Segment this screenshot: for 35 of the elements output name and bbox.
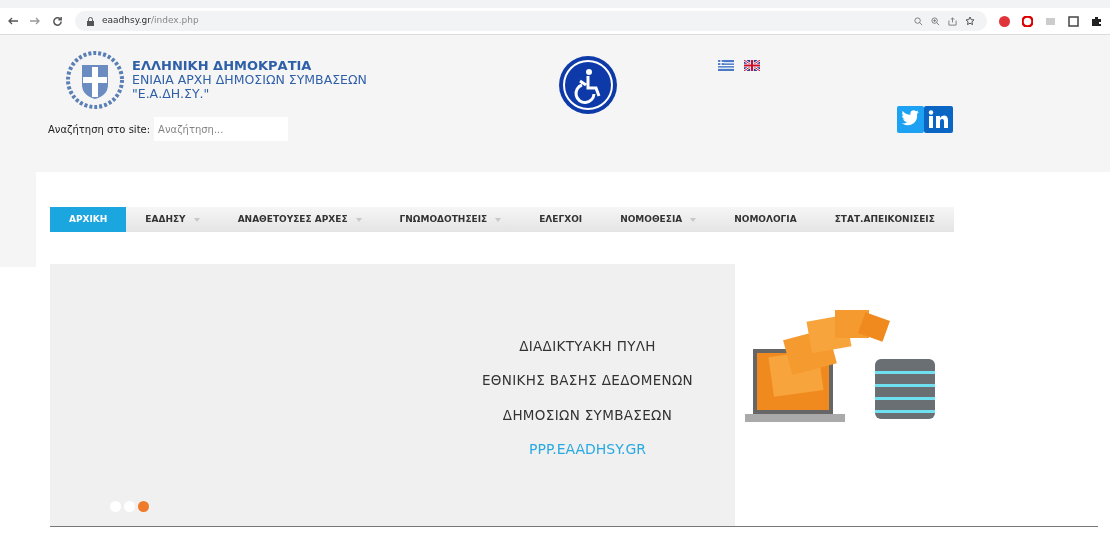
zoom-icon[interactable] [931,16,940,26]
site-abbreviation: "Ε.Α.ΔΗ.ΣΥ." [132,87,211,101]
search-icon[interactable] [914,16,923,26]
slide-text: ΔΙΑΔΙΚΤΥΑΚΗ ΠΥΛΗ [519,337,656,356]
url-text: eaadhsy.gr/index.php [102,14,199,28]
nav-tab[interactable]: ΝΟΜΟΛΟΓΙΑ [715,207,816,232]
site-subtitle: ΕΝΙΑΙΑ ΑΡΧΗ ΔΗΜΟΣΙΩΝ ΣΥΜΒΑΣΕΩΝ [132,73,367,87]
nav-tab[interactable]: ΝΟΜΟΘΕΣΙΑ [601,207,716,232]
share-icon[interactable] [948,16,957,26]
back-icon[interactable] [8,17,18,25]
puzzle-icon[interactable] [1091,15,1102,27]
extension-icon[interactable] [1022,15,1033,27]
nav-tab[interactable]: ΕΑΔΗΣΥ [126,207,219,232]
forward-icon[interactable] [30,17,40,25]
nav-tab[interactable]: ΓΝΩΜΟΔΟΤΗΣΕΙΣ [380,207,521,232]
search-field[interactable]: Αναζήτηση... [154,117,289,141]
extension-icon[interactable] [999,15,1010,27]
site-title: ΕΛΛΗΝΙΚΗ ΔΗΜΟΚΡΑΤΙΑ [132,59,313,73]
uk-flag-icon[interactable] [744,60,760,71]
address-bar[interactable]: eaadhsy.gr/index.php [75,11,987,31]
nav-tab[interactable]: ΕΛΕΓΧΟΙ [520,207,602,232]
slide-text: ΔΗΜΟΣΙΩΝ ΣΥΜΒΑΣΕΩΝ [502,405,673,425]
extension-icon[interactable] [1068,15,1079,27]
nav-tab[interactable]: ΑΝΑΘΕΤΟΥΣΕΣ ΑΡΧΕΣ [218,207,381,232]
greek-flag-icon[interactable] [718,60,734,71]
search-label: Αναζήτηση στο site: [48,122,151,137]
emblem-icon [66,51,124,109]
accessibility-icon[interactable] [558,55,618,115]
twitter-icon[interactable] [897,106,924,133]
star-icon[interactable] [965,16,975,26]
reload-icon[interactable] [52,15,63,27]
nav-tab[interactable]: ΣΤΑΤ.ΑΠΕΙΚΟΝΙΣΕΙΣ [815,207,954,232]
linkedin-icon[interactable] [924,106,953,133]
lock-icon [87,16,94,26]
slide-text: ΕΘΝΙΚΗΣ ΒΑΣΗΣ ΔΕΔΟΜΕΝΩΝ [481,371,694,391]
